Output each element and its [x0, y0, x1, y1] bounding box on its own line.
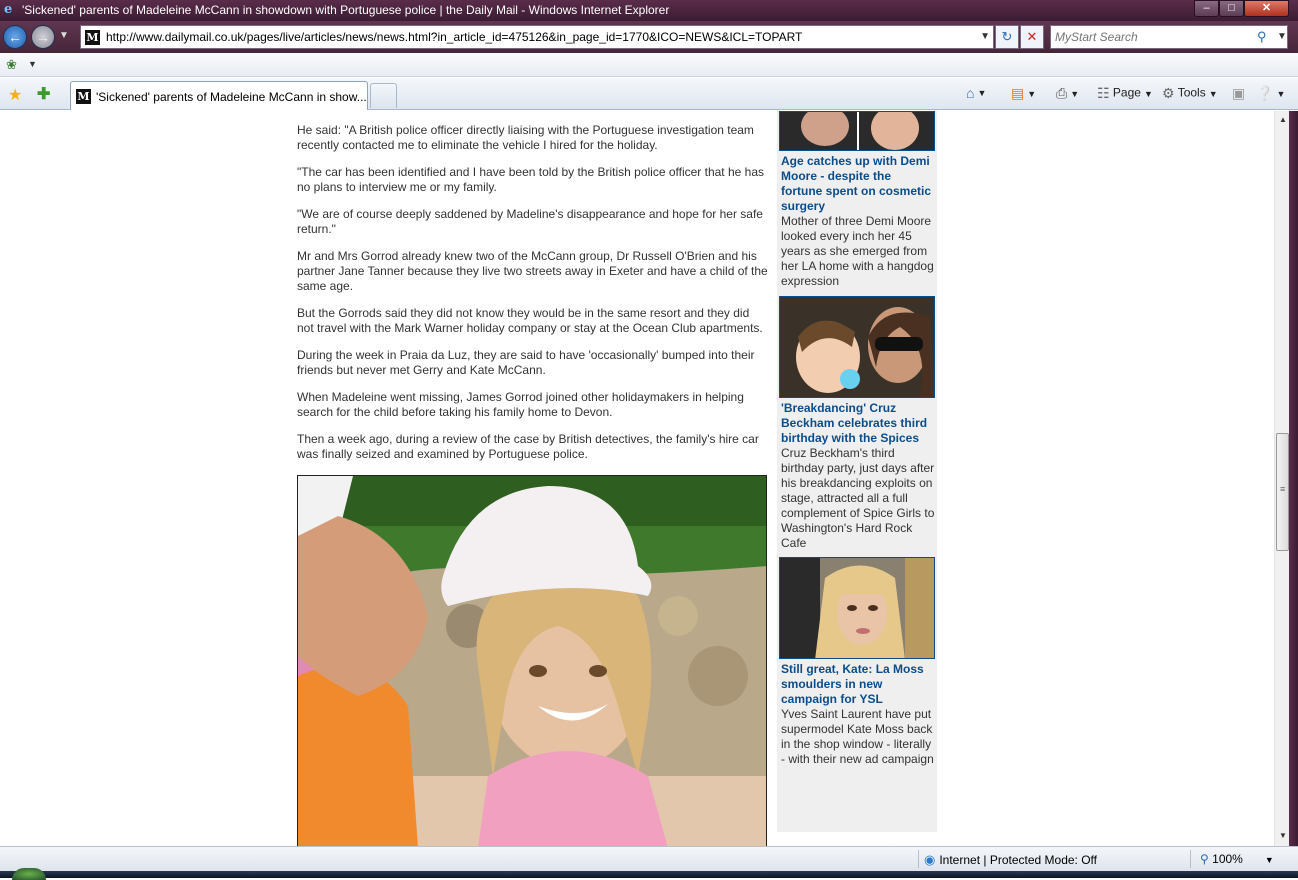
zoom-level: 100%: [1212, 852, 1243, 866]
zoom-control[interactable]: ⚲ 100% ▼: [1200, 852, 1274, 866]
story-thumbnail[interactable]: [779, 557, 935, 659]
article-paragraph: Mr and Mrs Gorrod already knew two of th…: [297, 249, 768, 293]
printer-icon: ⎙: [1056, 85, 1068, 101]
article-photo: [297, 475, 767, 846]
story-headline[interactable]: 'Breakdancing' Cruz Beckham celebrates t…: [781, 401, 935, 446]
article-paragraph: "We are of course deeply saddened by Mad…: [297, 207, 763, 236]
maximize-button[interactable]: □: [1219, 0, 1244, 17]
help-icon: ❔: [1256, 85, 1274, 101]
security-zone[interactable]: ◉ Internet | Protected Mode: Off: [924, 852, 1097, 868]
scrollbar-thumb[interactable]: ≡: [1276, 433, 1289, 551]
stop-button[interactable]: ✕: [1020, 25, 1044, 49]
search-box[interactable]: ⚲ ▼: [1050, 25, 1288, 49]
search-options-dropdown-icon[interactable]: ▼: [1277, 31, 1287, 42]
search-icon[interactable]: ⚲: [1257, 29, 1267, 45]
status-divider: [918, 850, 919, 868]
article-paragraph: But the Gorrods said they did not know t…: [297, 306, 763, 335]
addon-icon[interactable]: ❀: [6, 57, 17, 73]
article-paragraph: He said: "A British police officer direc…: [297, 123, 754, 152]
related-stories-sidebar: Age catches up with Demi Moore - despite…: [777, 111, 937, 832]
zoom-icon: ⚲: [1200, 852, 1209, 866]
article-paragraph: "The car has been identified and I have …: [297, 165, 765, 194]
story-headline[interactable]: Age catches up with Demi Moore - despite…: [781, 154, 935, 214]
research-icon: ▣: [1232, 85, 1246, 101]
recent-pages-dropdown-icon[interactable]: ▼: [59, 30, 69, 41]
print-button[interactable]: ⎙ ▼: [1056, 85, 1079, 102]
back-button[interactable]: ←: [3, 25, 27, 49]
favorites-star-icon[interactable]: ★: [8, 85, 22, 105]
story-blurb: Cruz Beckham's third birthday party, jus…: [781, 446, 935, 550]
tab-label: 'Sickened' parents of Madeleine McCann i…: [96, 90, 367, 104]
tab-bar: ★ ✚ M 'Sickened' parents of Madeleine Mc…: [0, 78, 1298, 110]
window-frame: [1289, 111, 1298, 846]
page-dropdown-icon: ▼: [1143, 88, 1153, 99]
home-dropdown-icon[interactable]: ▼: [977, 88, 986, 98]
window-title: 'Sickened' parents of Madeleine McCann i…: [22, 3, 670, 17]
home-button[interactable]: ⌂ ▼: [966, 85, 986, 101]
page-menu-label: Page: [1112, 85, 1141, 100]
page-icon: ☷: [1097, 85, 1110, 101]
scrollbar-grip-icon: ≡: [1280, 484, 1286, 494]
feeds-dropdown-icon[interactable]: ▼: [1027, 89, 1036, 99]
zoom-dropdown-icon[interactable]: ▼: [1265, 855, 1274, 865]
article-paragraph: Then a week ago, during a review of the …: [297, 432, 759, 461]
dailymail-favicon-icon: M: [76, 89, 91, 104]
article-body: He said: "A British police officer direc…: [297, 123, 769, 474]
status-bar: ◉ Internet | Protected Mode: Off ⚲ 100% ▼: [0, 846, 1298, 871]
page-menu-button[interactable]: ☷ Page ▼: [1097, 85, 1153, 102]
feeds-button[interactable]: ▤ ▼: [1011, 85, 1036, 102]
research-button[interactable]: ▣: [1232, 85, 1245, 102]
dailymail-favicon-icon: M: [85, 30, 100, 45]
back-arrow-icon: ←: [8, 29, 22, 45]
article-paragraph: When Madeleine went missing, James Gorro…: [297, 390, 744, 419]
forward-arrow-icon: →: [36, 29, 50, 45]
tools-menu-label: Tools: [1177, 85, 1206, 100]
minimize-button[interactable]: –: [1194, 0, 1219, 17]
page-viewport[interactable]: He said: "A British police officer direc…: [0, 111, 1274, 846]
globe-icon: ◉: [924, 852, 936, 867]
story-headline[interactable]: Still great, Kate: La Moss smoulders in …: [781, 662, 935, 707]
add-favorites-icon[interactable]: ✚: [37, 84, 50, 104]
title-bar: e 'Sickened' parents of Madeleine McCann…: [0, 0, 1298, 21]
scroll-down-arrow-icon[interactable]: ▼: [1279, 831, 1287, 840]
ie-logo-icon: e: [4, 2, 13, 17]
gear-icon: ⚙: [1162, 85, 1175, 101]
refresh-button[interactable]: ↻: [995, 25, 1019, 49]
status-divider: [1190, 850, 1191, 868]
close-window-button[interactable]: ✕: [1244, 0, 1289, 17]
story-blurb: Mother of three Demi Moore looked every …: [781, 214, 934, 288]
print-dropdown-icon[interactable]: ▼: [1070, 89, 1079, 99]
address-dropdown-icon[interactable]: ▼: [980, 31, 990, 42]
stop-icon: ✕: [1026, 29, 1038, 44]
tools-menu-button[interactable]: ⚙ Tools ▼: [1162, 85, 1218, 102]
help-button[interactable]: ❔ ▼: [1256, 85, 1285, 102]
scroll-up-arrow-icon[interactable]: ▲: [1279, 115, 1287, 124]
story-blurb: Yves Saint Laurent have put supermodel K…: [781, 707, 934, 766]
taskbar: [0, 868, 1298, 880]
article-paragraph: During the week in Praia da Luz, they ar…: [297, 348, 755, 377]
home-icon: ⌂: [966, 85, 975, 101]
zone-label: Internet | Protected Mode: Off: [939, 853, 1097, 867]
address-url[interactable]: http://www.dailymail.co.uk/pages/live/ar…: [106, 30, 802, 44]
rss-feed-icon: ▤: [1011, 85, 1025, 101]
story-thumbnail[interactable]: [779, 296, 935, 398]
forward-button[interactable]: →: [31, 25, 55, 49]
help-dropdown-icon[interactable]: ▼: [1276, 89, 1285, 99]
navigation-bar: ← → ▼ M http://www.dailymail.co.uk/pages…: [0, 21, 1298, 53]
refresh-icon: ↻: [1001, 29, 1013, 44]
search-input[interactable]: [1055, 29, 1245, 45]
new-tab-button[interactable]: [370, 83, 397, 108]
addon-dropdown-icon[interactable]: ▼: [28, 59, 37, 69]
vertical-scrollbar[interactable]: ▲ ≡ ▼: [1274, 111, 1289, 846]
addon-toolbar: ❀ ▼: [0, 53, 1298, 77]
start-orb-icon[interactable]: [12, 868, 46, 880]
tools-dropdown-icon: ▼: [1208, 88, 1218, 99]
tab-active[interactable]: M 'Sickened' parents of Madeleine McCann…: [70, 81, 368, 110]
story-thumbnail[interactable]: [779, 111, 935, 151]
address-bar[interactable]: M http://www.dailymail.co.uk/pages/live/…: [80, 25, 994, 49]
